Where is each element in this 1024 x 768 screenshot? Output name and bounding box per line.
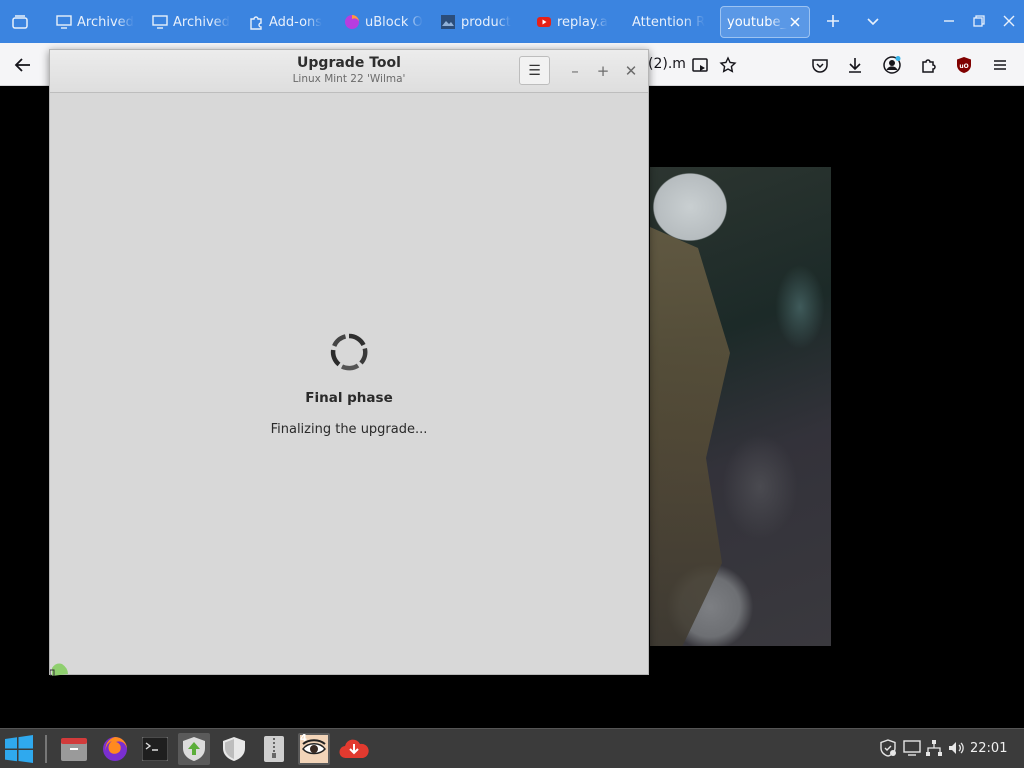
pocket-icon[interactable] [808, 53, 832, 77]
extensions-puzzle-icon[interactable] [917, 53, 941, 77]
security-shield-tray-icon[interactable] [879, 739, 897, 757]
hamburger-icon: ☰ [528, 62, 541, 79]
tab-add-ons[interactable]: Add-ons [242, 6, 334, 38]
tab-label: Archived [173, 14, 230, 30]
maximize-button[interactable]: + [593, 61, 613, 81]
tab-label: Attention R [632, 14, 706, 30]
volume-tray-icon[interactable] [947, 739, 965, 757]
image-icon [440, 14, 456, 30]
bookmark-star-icon[interactable] [716, 53, 740, 77]
back-arrow-icon[interactable] [11, 53, 35, 77]
display-tray-icon[interactable] [903, 739, 921, 757]
phase-title: Final phase [305, 390, 393, 406]
video-figure [650, 227, 730, 646]
new-tab-icon[interactable] [822, 10, 844, 32]
tab-overview-icon[interactable] [6, 8, 34, 36]
picture-in-picture-icon[interactable] [688, 53, 712, 77]
resize-grip-icon[interactable] [50, 662, 70, 676]
close-tab-icon[interactable] [787, 14, 803, 30]
close-button[interactable]: ✕ [621, 61, 641, 81]
firefox-icon [344, 14, 360, 30]
browser-tab-strip: Archived Archived Add-ons uBlock O produ… [0, 0, 1024, 43]
tab-label: uBlock O [365, 14, 423, 30]
tab-archived-2[interactable]: Archived [146, 6, 238, 38]
puzzle-icon [248, 14, 264, 30]
phase-description: Finalizing the upgrade... [270, 422, 428, 437]
file-manager-icon[interactable] [58, 733, 90, 765]
monitor-icon [152, 14, 168, 30]
taskbar: 4 22:01 [0, 728, 1024, 768]
ublock-origin-icon[interactable]: uO [952, 53, 976, 77]
shield-icon[interactable] [218, 733, 250, 765]
start-menu-windows-logo-icon[interactable] [3, 733, 35, 765]
tab-label: product [461, 14, 512, 30]
download-cloud-icon[interactable] [338, 733, 370, 765]
monitor-icon [56, 14, 72, 30]
tab-archived-1[interactable]: Archived [50, 6, 142, 38]
firefox-icon[interactable] [99, 733, 131, 765]
youtube-icon [536, 14, 552, 30]
archive-manager-icon[interactable] [258, 733, 290, 765]
url-text[interactable]: (2).m [648, 56, 686, 72]
menu-button[interactable]: ☰ [519, 56, 550, 85]
restore-window-icon[interactable] [968, 10, 990, 32]
tab-attention[interactable]: Attention R [626, 6, 718, 38]
minimize-button[interactable]: – [565, 61, 585, 81]
tab-replay[interactable]: replay.a [530, 6, 622, 38]
app-menu-hamburger-icon[interactable] [988, 53, 1012, 77]
network-tray-icon[interactable] [925, 739, 943, 757]
window-title: Upgrade Tool [297, 55, 401, 71]
window-subtitle: Linux Mint 22 'Wilma' [292, 73, 406, 85]
tab-label: Add-ons [269, 14, 323, 30]
clock[interactable]: 22:01 [970, 741, 1007, 756]
tab-youtube-active[interactable]: youtube_ [720, 6, 810, 38]
downloads-icon[interactable] [843, 53, 867, 77]
tab-label: youtube_ [727, 14, 787, 30]
video-frame[interactable] [650, 167, 831, 646]
tab-ublock[interactable]: uBlock O [338, 6, 430, 38]
account-icon[interactable] [880, 53, 904, 77]
tab-product[interactable]: product [434, 6, 526, 38]
minimize-window-icon[interactable] [938, 10, 960, 32]
loading-spinner-icon [330, 333, 368, 371]
svg-text:uO: uO [959, 63, 968, 70]
tab-label: Archived [77, 14, 134, 30]
taskbar-separator [45, 735, 47, 763]
terminal-icon[interactable] [139, 733, 171, 765]
window-header-bar[interactable]: Upgrade Tool Linux Mint 22 'Wilma' ☰ – +… [50, 50, 648, 93]
update-manager-icon[interactable] [178, 733, 210, 765]
window-count-badge: 4 [300, 733, 307, 744]
list-tabs-chevron-icon[interactable] [862, 10, 884, 32]
tab-label: replay.a [557, 14, 608, 30]
upgrade-tool-window: Upgrade Tool Linux Mint 22 'Wilma' ☰ – +… [49, 49, 649, 676]
close-window-icon[interactable] [998, 10, 1020, 32]
